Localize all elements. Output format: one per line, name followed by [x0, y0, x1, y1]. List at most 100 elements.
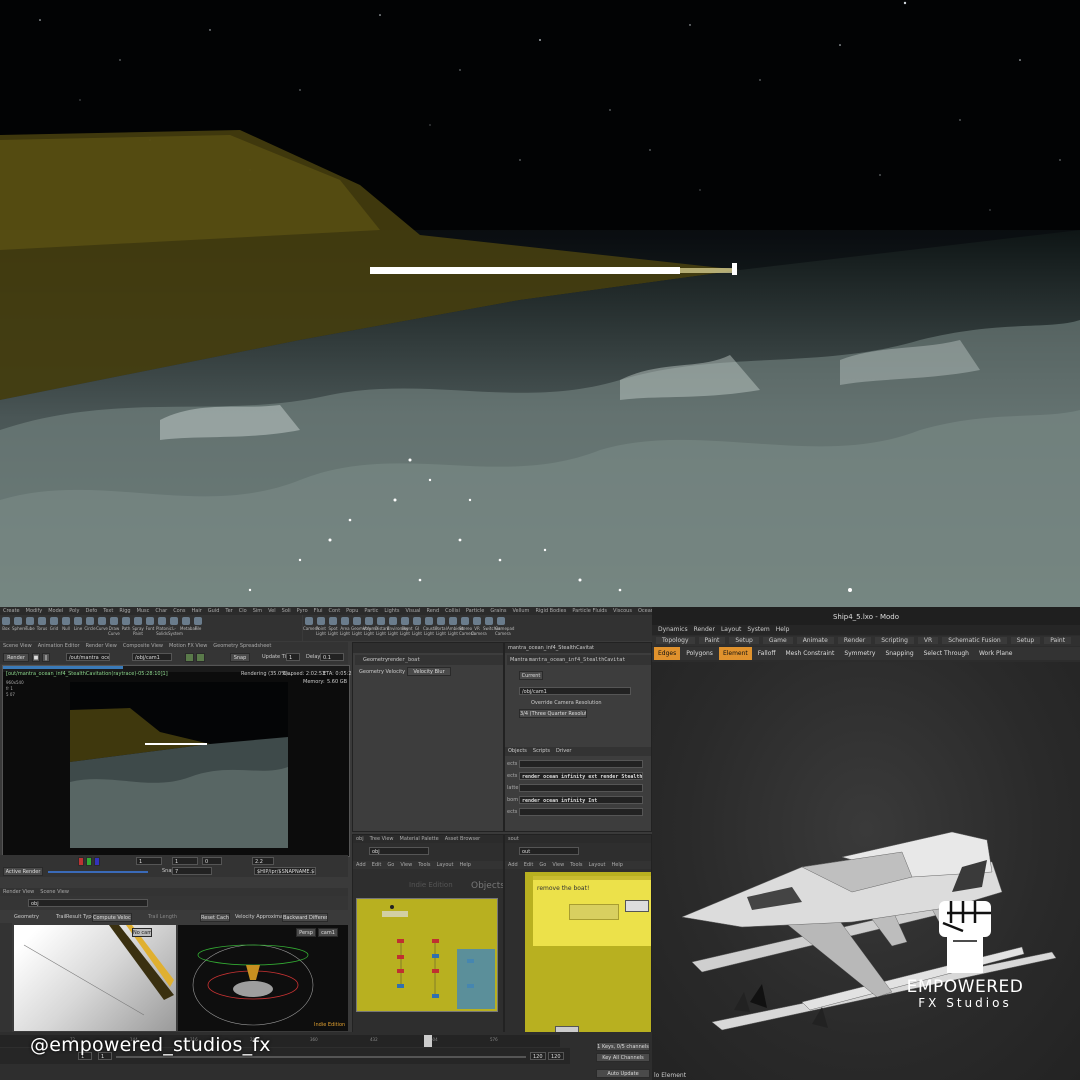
- shelf-tool[interactable]: Torus: [36, 617, 48, 631]
- frame-field-3[interactable]: 0: [202, 857, 222, 865]
- modo-layout-tab[interactable]: Paint: [1044, 637, 1072, 644]
- shelf-tool[interactable]: Geometry Light: [351, 617, 371, 636]
- shelf-tool[interactable]: Caustic Light: [423, 617, 438, 636]
- objects-row-field[interactable]: [519, 760, 643, 768]
- range-slider[interactable]: [116, 1056, 526, 1058]
- shelf-tool[interactable]: Distant Light: [375, 617, 389, 636]
- network-tab[interactable]: Asset Browser: [442, 835, 484, 843]
- shelf-tab[interactable]: Pyro: [294, 607, 311, 615]
- preview-icon[interactable]: [196, 653, 205, 662]
- modo-menu-item[interactable]: Help: [776, 626, 790, 633]
- shelf-tab[interactable]: Flui: [311, 607, 326, 615]
- shelf-tool[interactable]: Spot Light: [327, 617, 339, 636]
- network-menu-item[interactable]: Tools: [567, 861, 585, 869]
- modo-tool-button[interactable]: Polygons: [682, 647, 717, 660]
- green-channel-icon[interactable]: [86, 857, 92, 866]
- modo-tool-button[interactable]: Symmetry: [840, 647, 879, 660]
- network-menu-item[interactable]: Add: [505, 861, 521, 869]
- shelf-tab[interactable]: Guid: [205, 607, 223, 615]
- modo-tool-button[interactable]: Snapping: [881, 647, 917, 660]
- end-frame-field-a[interactable]: 120: [530, 1052, 546, 1060]
- snap-number-field[interactable]: 7: [172, 867, 212, 875]
- pane-tab[interactable]: Geometry Spreadsheet: [210, 642, 274, 650]
- left-viewport[interactable]: No cam: [14, 925, 176, 1031]
- shelf-tab[interactable]: Collisi: [442, 607, 463, 615]
- objects-tab[interactable]: Objects: [505, 747, 530, 756]
- shelf-tool[interactable]: Ambient Light: [447, 617, 464, 636]
- shelf-tab[interactable]: Vellum: [510, 607, 533, 615]
- timeline-cursor[interactable]: [424, 1035, 432, 1047]
- shelf-tool[interactable]: Volume Light: [363, 617, 378, 636]
- objects-tab[interactable]: Scripts: [530, 747, 553, 756]
- camera-path-field[interactable]: /obj/cam1: [132, 653, 172, 661]
- shelf-tool[interactable]: Circle: [84, 617, 96, 631]
- objects-row-field[interactable]: render_ocean_infinity_ext render_Stealth…: [519, 772, 643, 780]
- modo-menu-item[interactable]: Render: [694, 626, 715, 633]
- red-channel-icon[interactable]: [78, 857, 84, 866]
- override-res-checkbox[interactable]: Override Camera Resolution: [531, 700, 602, 706]
- modo-menu-item[interactable]: Layout: [721, 626, 741, 633]
- objects-row-field[interactable]: [519, 784, 643, 792]
- shelf-tab[interactable]: Particle: [463, 607, 487, 615]
- network-menu-item[interactable]: Go: [384, 861, 397, 869]
- no-cam-select[interactable]: No cam: [132, 928, 152, 937]
- render-slider[interactable]: [48, 871, 148, 873]
- delay-field[interactable]: 0.1: [320, 653, 344, 661]
- frame-field-2[interactable]: 1: [172, 857, 198, 865]
- pane-tab[interactable]: Scene View: [37, 888, 72, 896]
- shelf-tool[interactable]: Spray Paint: [132, 617, 144, 636]
- shelf-tool[interactable]: Sphere: [12, 617, 26, 631]
- network-menu-item[interactable]: Add: [353, 861, 369, 869]
- modo-layout-tab[interactable]: Schematic Fusion: [942, 637, 1007, 644]
- cam-select[interactable]: cam1: [318, 928, 338, 937]
- update-time-field[interactable]: 1: [286, 653, 300, 661]
- shelf-tool[interactable]: Environment Light: [387, 617, 413, 636]
- network-menu-item[interactable]: View: [549, 861, 567, 869]
- shelf-tool[interactable]: Font: [144, 617, 156, 631]
- network-menu-item[interactable]: Edit: [369, 861, 385, 869]
- network-menu-item[interactable]: Help: [457, 861, 474, 869]
- pane-tab[interactable]: Render View: [83, 642, 120, 650]
- network-tab[interactable]: Tree View: [367, 835, 397, 843]
- network-menu-item[interactable]: Go: [536, 861, 549, 869]
- network-menu-item[interactable]: Layout: [434, 861, 457, 869]
- modo-layout-tab[interactable]: Game: [762, 637, 793, 644]
- network-menu-item[interactable]: Edit: [521, 861, 537, 869]
- frame-field-1[interactable]: 1: [136, 857, 162, 865]
- auto-update-select[interactable]: Auto Update: [596, 1069, 650, 1078]
- objects-row-field[interactable]: render_ocean_infinity_Int: [519, 796, 643, 804]
- shelf-tool[interactable]: Stereo Camera: [459, 617, 475, 636]
- shelf-tab[interactable]: Vel: [265, 607, 279, 615]
- pane-tab[interactable]: Motion FX View: [166, 642, 210, 650]
- key-all-channels-button[interactable]: Key All Channels: [596, 1053, 650, 1062]
- shelf-tab[interactable]: Particle Fluids: [569, 607, 610, 615]
- resolution-select[interactable]: 3/4 (Three Quarter Resolution): [519, 709, 587, 718]
- current-select[interactable]: Current: [519, 671, 543, 680]
- shelf-tab[interactable]: Grains: [487, 607, 509, 615]
- network-left-path[interactable]: obj: [369, 847, 429, 855]
- scene-path-field[interactable]: obj: [28, 899, 148, 907]
- shelf-tool[interactable]: Point Light: [315, 617, 327, 636]
- shelf-tab[interactable]: Clo: [236, 607, 250, 615]
- snap-save-path[interactable]: $HIP/ipr/$SNAPNAME.$F4.$(: [254, 867, 316, 875]
- shelf-tool[interactable]: GI Light: [411, 617, 423, 636]
- shelf-tab[interactable]: Model: [45, 607, 66, 615]
- modo-tool-button[interactable]: Element: [718, 647, 752, 660]
- network-menu-item[interactable]: Tools: [415, 861, 433, 869]
- mantra-node[interactable]: [569, 904, 619, 920]
- modo-layout-tab[interactable]: Topology: [656, 637, 695, 644]
- render-button[interactable]: Render: [3, 653, 29, 662]
- modo-layout-tab[interactable]: Scripting: [875, 637, 914, 644]
- persp-select[interactable]: Persp: [296, 928, 316, 937]
- shelf-tab[interactable]: Rend: [423, 607, 442, 615]
- render-stop-icon[interactable]: ■: [32, 653, 40, 662]
- pane-tab[interactable]: Scene View: [0, 642, 35, 650]
- pane-tab[interactable]: Animation Editor: [35, 642, 83, 650]
- blue-channel-icon[interactable]: [94, 857, 100, 866]
- modo-layout-tab[interactable]: Setup: [1010, 637, 1041, 644]
- active-render-button[interactable]: Active Render: [3, 867, 43, 876]
- gamma-field[interactable]: 2.2: [252, 857, 274, 865]
- shelf-tab[interactable]: Partic: [361, 607, 381, 615]
- shelf-tab[interactable]: Char: [152, 607, 170, 615]
- modo-layout-tab[interactable]: Setup: [729, 637, 759, 644]
